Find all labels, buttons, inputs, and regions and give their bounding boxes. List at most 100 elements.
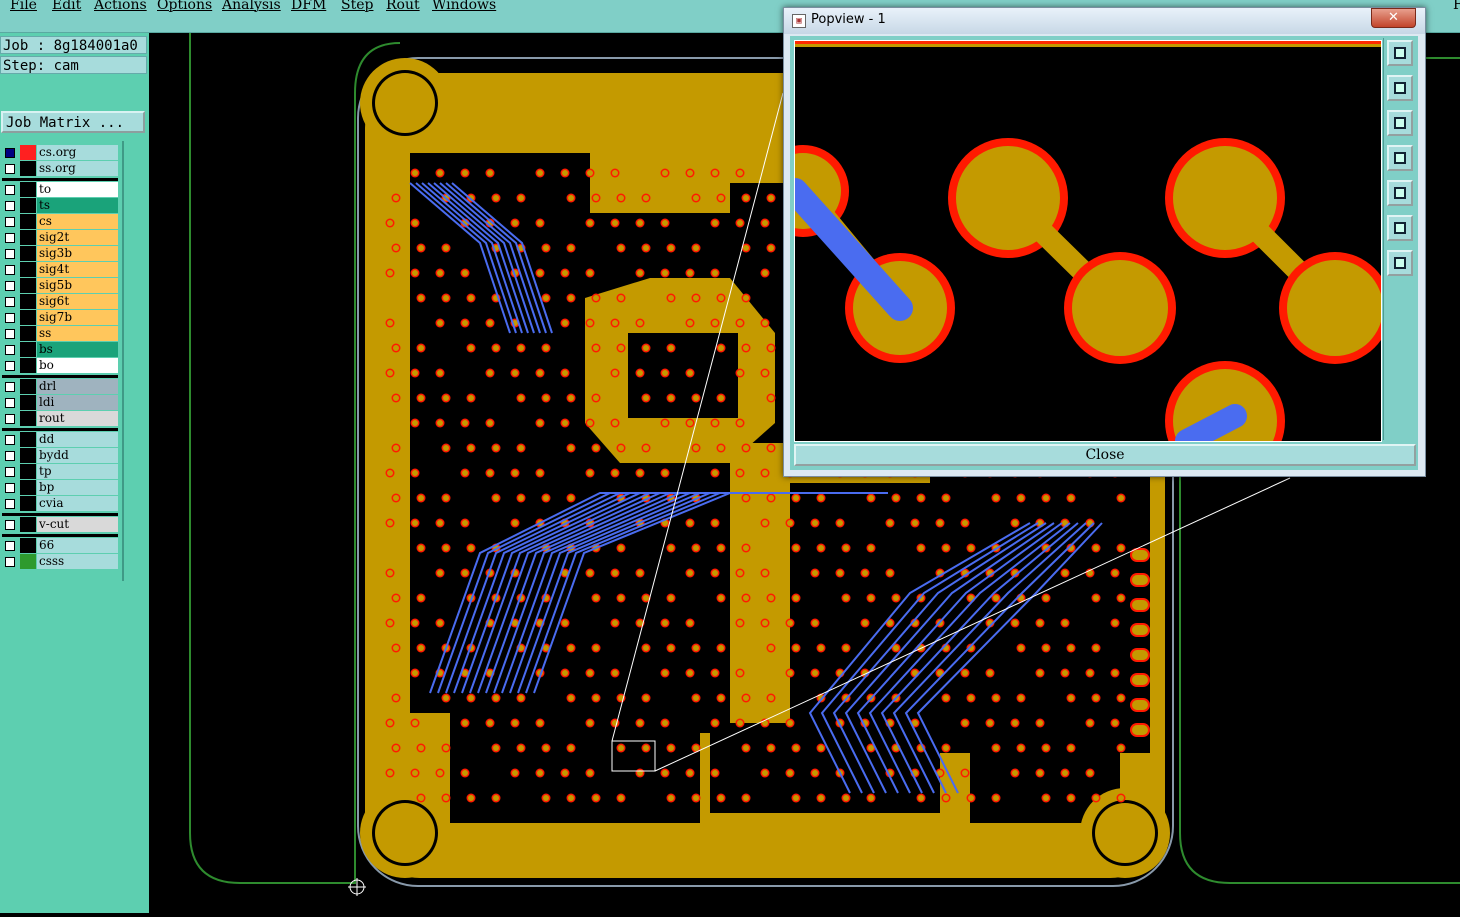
layer-checkbox[interactable]: [5, 435, 15, 445]
pan-down-icon[interactable]: [1387, 110, 1413, 136]
layer-name: bo: [37, 358, 118, 373]
popview-zoom-area[interactable]: [794, 40, 1382, 442]
zoom-fit-icon[interactable]: [1387, 215, 1413, 241]
layer-checkbox[interactable]: [5, 164, 15, 174]
popview-toolbar: [1383, 38, 1416, 440]
pan-right-icon[interactable]: [1387, 180, 1413, 206]
layer-checkbox[interactable]: [5, 329, 15, 339]
layer-name: dd: [37, 432, 118, 447]
layer-row[interactable]: ldi: [2, 395, 118, 410]
menu-file[interactable]: File: [10, 0, 37, 13]
menu-windows[interactable]: Windows: [432, 0, 496, 13]
layer-row[interactable]: bp: [2, 480, 118, 495]
layer-checkbox[interactable]: [5, 451, 15, 461]
layer-row[interactable]: dd: [2, 432, 118, 447]
layer-group-separator: [2, 534, 118, 537]
layer-checkbox[interactable]: [5, 467, 15, 477]
layer-checkbox[interactable]: [5, 148, 15, 158]
layer-name: sig4t: [37, 262, 118, 277]
layer-row[interactable]: sig6t: [2, 294, 118, 309]
layer-row[interactable]: to: [2, 182, 118, 197]
layer-checkbox[interactable]: [5, 345, 15, 355]
menu-trailing[interactable]: F: [1453, 0, 1460, 13]
zoom-window-icon[interactable]: [1387, 40, 1413, 66]
layer-checkbox[interactable]: [5, 185, 15, 195]
layer-checkbox[interactable]: [5, 483, 15, 493]
layer-checkbox[interactable]: [5, 398, 15, 408]
layer-color-swatch: [20, 342, 36, 357]
layer-group-separator: [2, 513, 118, 516]
menu-edit[interactable]: Edit: [52, 0, 81, 13]
layer-row[interactable]: ts: [2, 198, 118, 213]
layer-checkbox[interactable]: [5, 382, 15, 392]
layer-row[interactable]: 66: [2, 538, 118, 553]
layer-row[interactable]: cs: [2, 214, 118, 229]
layer-checkbox[interactable]: [5, 361, 15, 371]
layer-color-swatch: [20, 517, 36, 532]
layer-row[interactable]: ss: [2, 326, 118, 341]
layer-row[interactable]: rout: [2, 411, 118, 426]
layer-name: sig2t: [37, 230, 118, 245]
menu-rout[interactable]: Rout: [386, 0, 420, 13]
layer-row[interactable]: drl: [2, 379, 118, 394]
layer-row[interactable]: sig7b: [2, 310, 118, 325]
layer-row[interactable]: sig5b: [2, 278, 118, 293]
layer-checkbox[interactable]: [5, 297, 15, 307]
layer-checkbox[interactable]: [5, 281, 15, 291]
popview-body: Close: [790, 36, 1418, 470]
layer-checkbox[interactable]: [5, 249, 15, 259]
job-name: Job : 8g184001a0: [0, 36, 147, 54]
layer-row[interactable]: tp: [2, 464, 118, 479]
window-close-button[interactable]: ✕: [1371, 8, 1416, 28]
layer-checkbox[interactable]: [5, 313, 15, 323]
layer-name: v-cut: [37, 517, 118, 532]
layer-row[interactable]: ss.org: [2, 161, 118, 176]
layer-color-swatch: [20, 554, 36, 569]
layer-checkbox[interactable]: [5, 541, 15, 551]
layer-row[interactable]: bo: [2, 358, 118, 373]
menu-analysis[interactable]: Analysis: [222, 0, 281, 13]
left-panel: Job : 8g184001a0 Step: cam Job Matrix ..…: [0, 33, 149, 913]
layer-checkbox[interactable]: [5, 233, 15, 243]
layer-row[interactable]: sig4t: [2, 262, 118, 277]
layer-checkbox[interactable]: [5, 265, 15, 275]
close-button[interactable]: Close: [794, 444, 1416, 466]
layer-color-swatch: [20, 480, 36, 495]
layer-row[interactable]: v-cut: [2, 517, 118, 532]
layer-row[interactable]: cs.org: [2, 145, 118, 160]
popview-title: Popview - 1: [811, 12, 886, 27]
layer-row[interactable]: sig3b: [2, 246, 118, 261]
layer-name: bydd: [37, 448, 118, 463]
menu-actions[interactable]: Actions: [94, 0, 147, 13]
layer-color-swatch: [20, 198, 36, 213]
layer-checkbox[interactable]: [5, 557, 15, 567]
layer-row[interactable]: bydd: [2, 448, 118, 463]
layer-name: ss.org: [37, 161, 118, 176]
pan-left-icon[interactable]: [1387, 145, 1413, 171]
layer-color-swatch: [20, 379, 36, 394]
layer-color-swatch: [20, 182, 36, 197]
layer-checkbox[interactable]: [5, 414, 15, 424]
pan-up-icon[interactable]: [1387, 75, 1413, 101]
menu-dfm[interactable]: DFM: [291, 0, 326, 13]
layer-color-swatch: [20, 448, 36, 463]
layer-checkbox[interactable]: [5, 499, 15, 509]
popview-titlebar[interactable]: ▣ Popview - 1: [784, 8, 1425, 34]
zoom-home-icon[interactable]: [1387, 250, 1413, 276]
job-matrix-button[interactable]: Job Matrix ...: [1, 111, 145, 133]
layer-row[interactable]: cvia: [2, 496, 118, 511]
layer-color-swatch: [20, 358, 36, 373]
layer-row[interactable]: csss: [2, 554, 118, 569]
layer-color-swatch: [20, 411, 36, 426]
layer-row[interactable]: bs: [2, 342, 118, 357]
menu-step[interactable]: Step: [341, 0, 373, 13]
layer-checkbox[interactable]: [5, 520, 15, 530]
layer-group-separator: [2, 178, 118, 181]
menu-options[interactable]: Options: [157, 0, 212, 13]
layer-name: sig5b: [37, 278, 118, 293]
layer-checkbox[interactable]: [5, 201, 15, 211]
layer-checkbox[interactable]: [5, 217, 15, 227]
layer-row[interactable]: sig2t: [2, 230, 118, 245]
layer-color-swatch: [20, 145, 36, 160]
layer-name: csss: [37, 554, 118, 569]
